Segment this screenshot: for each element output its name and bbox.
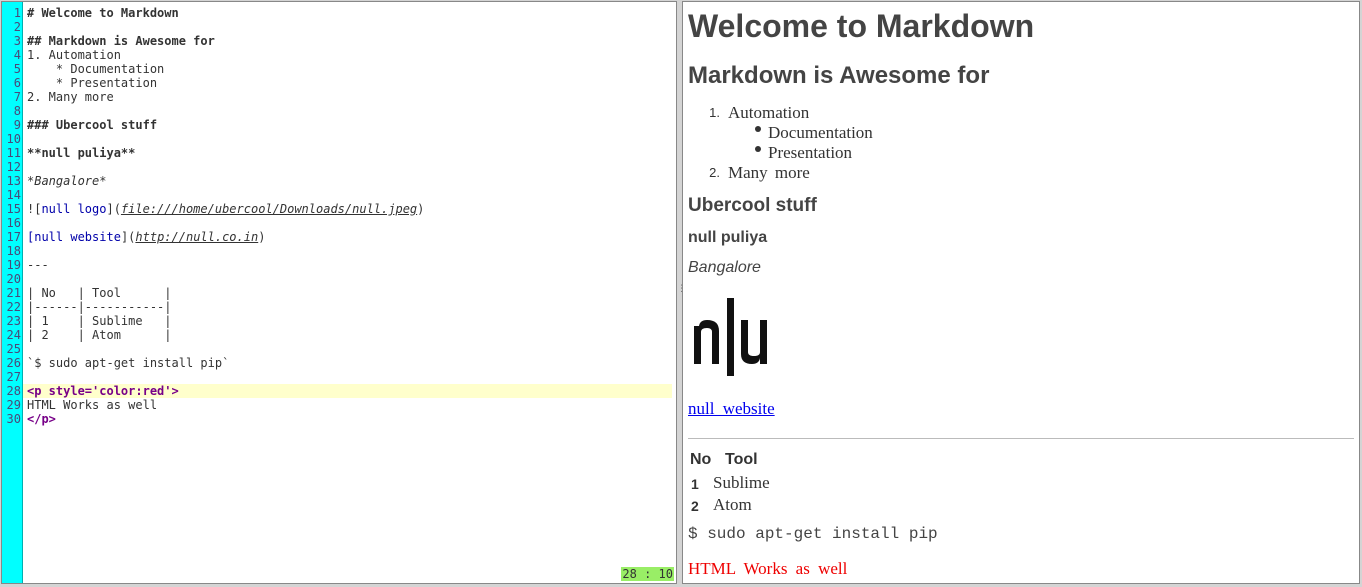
code-line-29[interactable]: HTML Works as well (23, 398, 672, 412)
table-header: Tool (725, 451, 758, 468)
list-item: Automation (728, 103, 810, 122)
line-number: 17 (6, 230, 21, 244)
line-number: 24 (6, 328, 21, 342)
code-line-5[interactable]: * Documentation (23, 62, 672, 76)
line-number: 12 (6, 160, 21, 174)
table-cell: Atom (713, 495, 752, 514)
code-url: file:///home/ubercool/Downloads/null.jpe… (120, 202, 418, 216)
code-line-11[interactable]: **null puliya** (23, 146, 672, 160)
table-cell: Sublime (713, 473, 770, 492)
code-line-28-current[interactable]: <p style='color:red'> (23, 384, 672, 398)
code-token: ]( (106, 202, 121, 216)
code-line-9[interactable]: ### Ubercool stuff (23, 118, 672, 132)
list-item: Many more (728, 163, 810, 182)
preview-heading-2: Markdown is Awesome for (688, 62, 990, 89)
line-number: 13 (6, 174, 21, 188)
code-token: ) (417, 202, 425, 216)
line-number: 7 (13, 90, 21, 104)
table-cell: 1 (691, 476, 699, 492)
code-link-text: null logo (41, 202, 107, 216)
code-link-text: null website (34, 230, 121, 244)
code-area[interactable]: # Welcome to Markdown ## Markdown is Awe… (23, 2, 676, 583)
line-number: 22 (6, 300, 21, 314)
preview-heading-3: Ubercool stuff (688, 195, 817, 216)
line-number: 11 (6, 146, 21, 160)
code-line-30[interactable]: </p> (23, 412, 672, 426)
ordered-list-number: 1. (709, 105, 720, 120)
inline-code: $ sudo apt-get install pip (688, 525, 938, 543)
code-token: ![ (27, 202, 42, 216)
code-line-17[interactable]: [null website](http://null.co.in) (23, 230, 672, 244)
code-url: http://null.co.in (135, 230, 259, 244)
code-line-13[interactable]: *Bangalore* (23, 174, 672, 188)
line-number: 20 (6, 272, 21, 286)
line-number: 10 (6, 132, 21, 146)
markdown-preview: Welcome to Markdown Markdown is Awesome … (682, 1, 1360, 584)
code-line-22[interactable]: |------|-----------| (23, 300, 672, 314)
code-line-1[interactable]: # Welcome to Markdown (23, 6, 672, 20)
bullet-icon (755, 146, 761, 152)
null-logo-image (694, 298, 767, 376)
line-number: 26 (6, 356, 21, 370)
code-line-24[interactable]: | 2 | Atom | (23, 328, 672, 342)
ordered-list-number: 2. (709, 165, 720, 180)
line-number-gutter: 1 2 3 4 5 6 7 8 9 10 11 12 13 14 15 16 17 18 19 20 21 22 23 24 2… (2, 2, 23, 583)
line-number: 5 (13, 62, 21, 76)
code-line-4[interactable]: 1. Automation (23, 48, 672, 62)
code-line-26[interactable]: `$ sudo apt-get install pip` (23, 356, 672, 370)
code-line-7[interactable]: 2. Many more (23, 90, 672, 104)
table-cell: 2 (691, 498, 699, 514)
red-html-paragraph: HTML Works as well (688, 559, 848, 578)
code-line-21[interactable]: | No | Tool | (23, 286, 672, 300)
line-number: 29 (6, 398, 21, 412)
horizontal-rule (688, 438, 1354, 439)
line-number: 14 (6, 188, 21, 202)
line-number: 23 (6, 314, 21, 328)
line-number: 2 (13, 20, 21, 34)
code-line-19[interactable]: --- (23, 258, 672, 272)
list-item: Presentation (768, 143, 853, 162)
code-line-6[interactable]: * Presentation (23, 76, 672, 90)
code-line-3[interactable]: ## Markdown is Awesome for (23, 34, 672, 48)
line-number: 27 (6, 370, 21, 384)
code-token: ]( (120, 230, 136, 244)
line-number: 30 (6, 412, 21, 426)
italic-text: Bangalore (688, 259, 761, 276)
line-number: 4 (13, 48, 21, 62)
line-number: 3 (13, 34, 21, 48)
code-token: ) (258, 230, 266, 244)
preview-heading-1: Welcome to Markdown (688, 8, 1035, 44)
code-line-23[interactable]: | 1 | Sublime | (23, 314, 672, 328)
line-number: 18 (6, 244, 21, 258)
code-line-15[interactable]: ![null logo](file:///home/ubercool/Downl… (23, 202, 672, 216)
line-number: 28 (6, 384, 21, 398)
line-number: 8 (13, 104, 21, 118)
line-number: 25 (6, 342, 21, 356)
markdown-editor[interactable]: 1 2 3 4 5 6 7 8 9 10 11 12 13 14 15 16 17 18 19 20 21 22 23 24 2… (1, 1, 677, 584)
cursor-position-status: 28 : 10 (621, 567, 674, 581)
line-number: 16 (6, 216, 21, 230)
bold-text: null puliya (688, 229, 768, 246)
bullet-icon (755, 126, 761, 132)
null-website-link[interactable]: null website (688, 398, 775, 420)
line-number: 19 (6, 258, 21, 272)
line-number: 9 (13, 118, 21, 132)
list-item: Documentation (768, 123, 873, 142)
table-header: No (690, 451, 712, 468)
line-number: 1 (13, 6, 21, 20)
line-number: 21 (6, 286, 21, 300)
line-number: 6 (13, 76, 21, 90)
line-number: 15 (6, 202, 21, 216)
